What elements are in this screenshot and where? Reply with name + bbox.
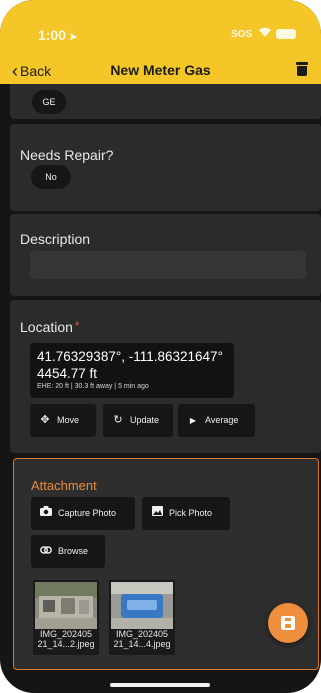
update-button[interactable]: ↻ Update (103, 404, 173, 437)
move-arrows-icon: ✥ (40, 414, 50, 426)
image-icon (150, 497, 164, 530)
required-mark: * (74, 320, 80, 332)
home-indicator (110, 683, 210, 687)
photo-thumbnail-image (35, 582, 97, 629)
app-screen: GE Needs Repair? No Description Location… (0, 0, 321, 693)
attachment-card: Attachment Capture Photo Pick Photo Brow… (13, 458, 319, 670)
capture-photo-label: Capture Photo (58, 508, 117, 518)
location-label: Location * (20, 319, 79, 335)
status-time-text: 1:00 (38, 27, 67, 43)
save-button[interactable] (268, 603, 308, 643)
browse-button[interactable]: Browse (31, 535, 105, 568)
update-button-label: Update (130, 415, 160, 425)
location-arrow-icon: ➤ (69, 32, 78, 43)
camera-icon (39, 497, 53, 530)
sos-indicator: SOS (231, 29, 253, 40)
photo-thumbnail-image (111, 582, 173, 629)
location-coordinates: 41.76329387°, -111.86321647° (37, 349, 223, 364)
needs-repair-label: Needs Repair? (20, 147, 114, 163)
refresh-icon: ↻ (113, 414, 123, 426)
location-readout: 41.76329387°, -111.86321647° 4454.77 ft … (30, 343, 234, 398)
trash-icon[interactable] (296, 62, 308, 76)
capture-photo-button[interactable]: Capture Photo (31, 497, 135, 530)
move-button-label: Move (57, 415, 80, 425)
move-button[interactable]: ✥ Move (30, 404, 96, 437)
average-button[interactable]: ▶ Average (178, 404, 255, 437)
location-label-text: Location (20, 319, 73, 335)
filename-line-2: 21_14...2.jpeg (37, 639, 95, 649)
description-input[interactable] (30, 251, 306, 279)
location-accuracy: EHE: 20 ft | 30.3 ft away | 5 min ago (37, 383, 149, 390)
wifi-icon (258, 26, 272, 41)
attachment-label: Attachment (31, 478, 97, 493)
status-bar: 1:00 ➤ SOS (0, 27, 321, 45)
attachment-thumbnail[interactable]: IMG_202405 21_14...2.jpeg (33, 580, 99, 655)
browse-label: Browse (58, 546, 89, 556)
filename-line-2: 21_14...4.jpeg (113, 639, 171, 649)
nav-bar: ‹ Back New Meter Gas (0, 58, 321, 82)
manufacturer-value[interactable]: GE (32, 90, 66, 114)
needs-repair-toggle[interactable]: No (31, 165, 71, 189)
attachment-filename: IMG_202405 21_14...2.jpeg (33, 629, 99, 649)
page-title: New Meter Gas (110, 62, 211, 78)
battery-icon (276, 29, 296, 39)
app-header: 1:00 ➤ SOS ‹ Back New Meter Gas (0, 0, 321, 84)
save-icon (281, 616, 295, 630)
filename-line-1: IMG_202405 (115, 629, 169, 639)
pick-photo-label: Pick Photo (169, 508, 213, 518)
filename-line-1: IMG_202405 (39, 629, 93, 639)
description-label: Description (20, 231, 91, 247)
pick-photo-button[interactable]: Pick Photo (142, 497, 230, 530)
average-button-label: Average (205, 415, 239, 425)
play-icon: ▶ (189, 416, 197, 425)
link-icon (39, 535, 53, 568)
status-time: 1:00 ➤ (38, 27, 77, 43)
location-elevation: 4454.77 ft (37, 366, 98, 381)
attachment-filename: IMG_202405 21_14...4.jpeg (109, 629, 175, 649)
attachment-thumbnail[interactable]: IMG_202405 21_14...4.jpeg (109, 580, 175, 655)
